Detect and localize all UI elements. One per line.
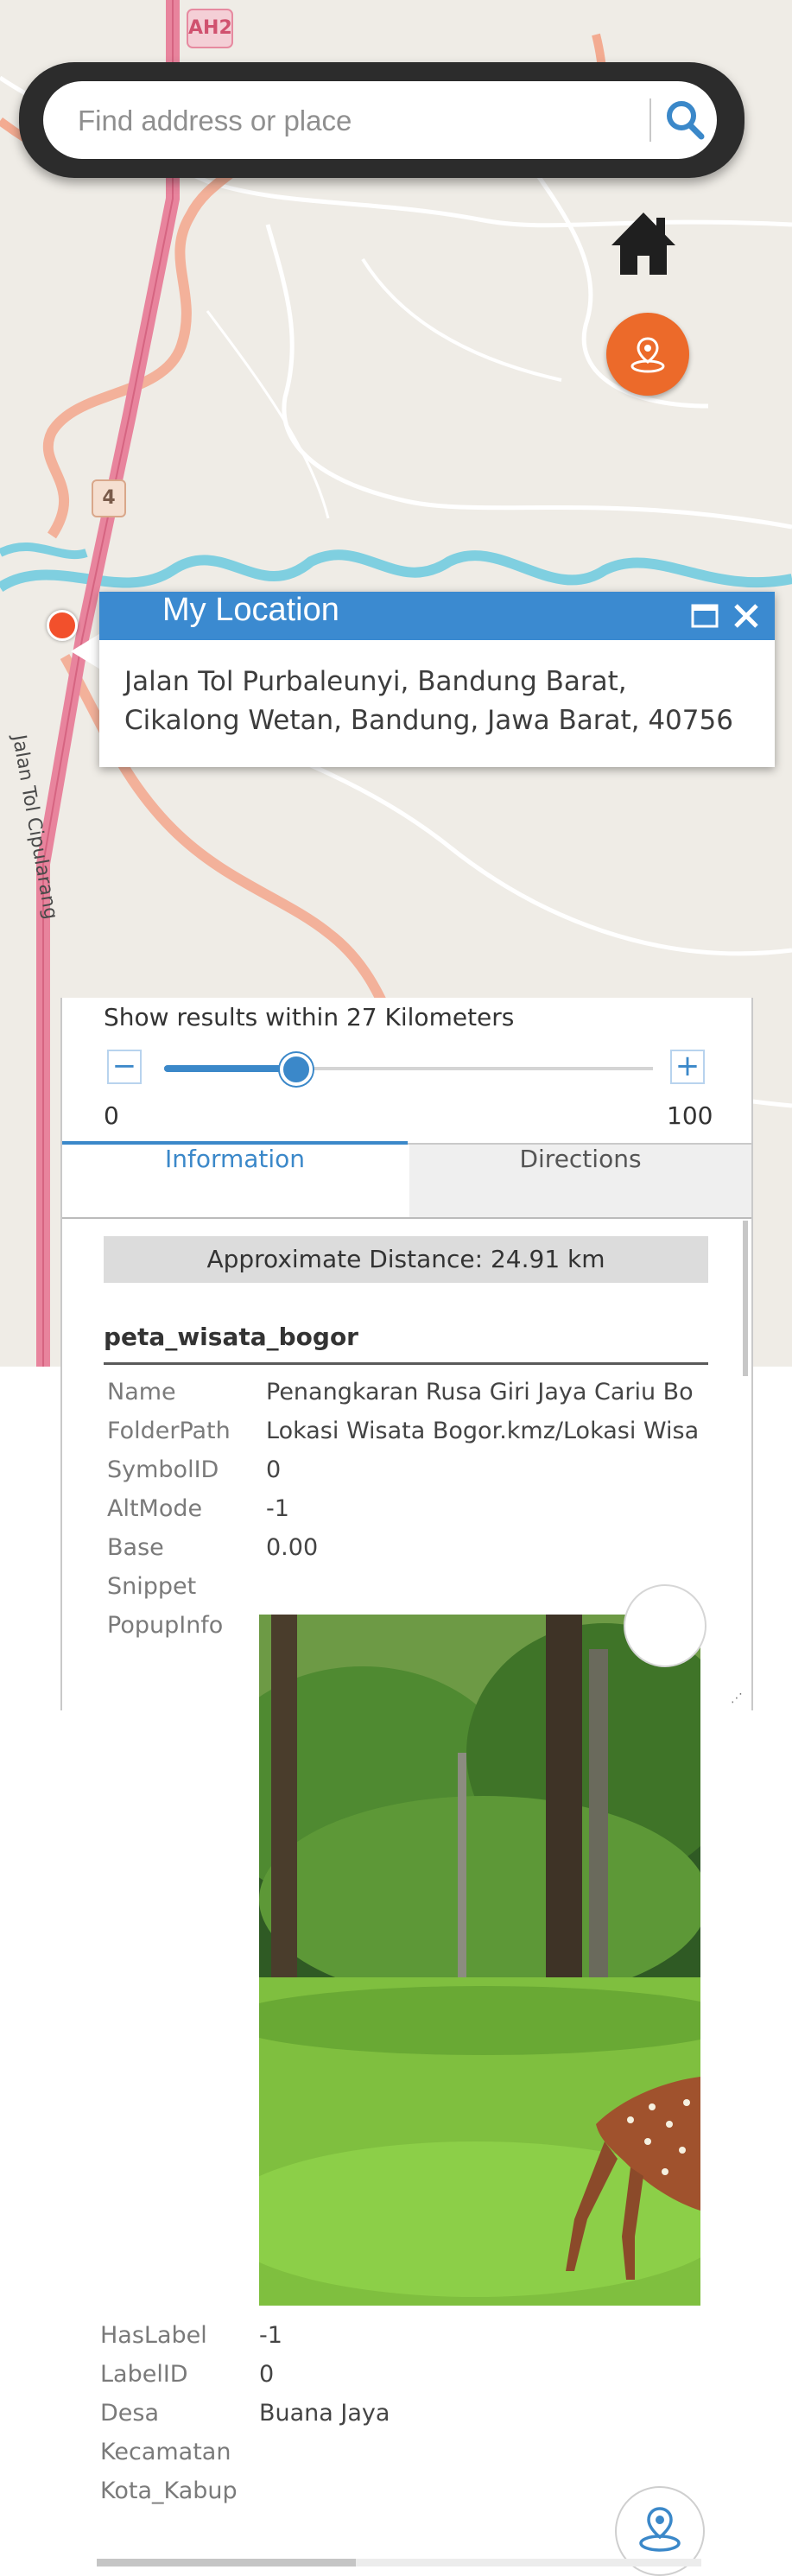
close-icon: [734, 604, 758, 628]
search-radius-text: Show results within 27 Kilometers: [104, 1003, 515, 1031]
attribute-value: Lokasi Wisata Bogor.kmz/Lokasi Wisa: [266, 1418, 700, 1444]
panel-scrollbar[interactable]: [743, 1221, 748, 1376]
attribute-value: -1: [259, 2322, 282, 2349]
attribute-label: Name: [107, 1379, 176, 1405]
search-input[interactable]: [76, 81, 632, 161]
attribute-label: Kecamatan: [100, 2439, 231, 2465]
attribute-label: SymbolID: [107, 1456, 219, 1483]
locate-button[interactable]: [606, 313, 689, 396]
attribute-label: LabelID: [100, 2361, 188, 2388]
attribute-label: Kota_Kabup: [100, 2478, 238, 2504]
layer-title: peta_wisata_bogor: [104, 1323, 708, 1365]
attribute-value: 0: [259, 2361, 275, 2388]
attribute-row: HasLabel -1: [100, 2322, 705, 2357]
attribute-row: AltMode -1: [107, 1495, 751, 1530]
attribute-value: -1: [266, 1495, 289, 1522]
attribute-label: Base: [107, 1534, 164, 1561]
attribute-label: FolderPath: [107, 1418, 231, 1444]
attribute-value: 0: [266, 1456, 282, 1483]
popup-address: Jalan Tol Purbaleunyi, Bandung Barat, Ci…: [124, 663, 763, 740]
horizontal-scrollbar[interactable]: [97, 2559, 356, 2566]
route-shield-4: 4: [92, 479, 126, 517]
attribute-row: LabelID 0: [100, 2361, 705, 2395]
locate-icon: [639, 2507, 681, 2552]
search-icon: [667, 101, 705, 140]
attribute-row: Desa Buana Jaya: [100, 2400, 705, 2434]
distance-banner: Approximate Distance: 24.91 km: [104, 1236, 708, 1283]
search-box: [43, 81, 717, 161]
tab-information[interactable]: Information: [62, 1141, 408, 1217]
distance-slider[interactable]: [164, 1053, 653, 1086]
attribute-value: Penangkaran Rusa Giri Jaya Cariu Bo: [266, 1379, 694, 1405]
attribute-row: FolderPath Lokasi Wisata Bogor.kmz/Lokas…: [107, 1418, 751, 1452]
panel-tabs: Information Directions: [62, 1141, 751, 1219]
popup-header: My Location: [99, 592, 775, 640]
search-button[interactable]: [658, 90, 712, 150]
popup-info-image: [259, 1615, 700, 2306]
home-button[interactable]: [605, 207, 682, 280]
tab-directions[interactable]: Directions: [409, 1145, 751, 1217]
resize-handle-icon[interactable]: ⋰: [731, 1691, 743, 1705]
attribute-value: 0.00: [266, 1534, 319, 1561]
slider-increase-button[interactable]: +: [670, 1050, 705, 1084]
maximize-icon: [691, 604, 719, 628]
attribute-row: Kecamatan: [100, 2439, 705, 2473]
close-button[interactable]: [732, 603, 760, 629]
image-overlay-button[interactable]: [624, 1584, 706, 1667]
attribute-row: Kota_Kabup: [100, 2478, 705, 2512]
deer-photo: [259, 1615, 700, 2306]
attribute-label: Desa: [100, 2400, 160, 2427]
attribute-label: HasLabel: [100, 2322, 207, 2349]
attribute-label: PopupInfo: [107, 1612, 224, 1639]
slider-min-label: 0: [104, 1101, 119, 1130]
attribute-row: Name Penangkaran Rusa Giri Jaya Cariu Bo: [107, 1379, 751, 1413]
address-line-1: Jalan Tol Purbaleunyi, Bandung Barat,: [124, 666, 627, 697]
popup-pointer: [71, 632, 102, 670]
attribute-label: AltMode: [107, 1495, 203, 1522]
attribute-row: Base 0.00: [107, 1534, 751, 1569]
attribute-value: Buana Jaya: [259, 2400, 390, 2427]
slider-fill: [164, 1065, 296, 1072]
attribute-label: Snippet: [107, 1573, 197, 1600]
route-shield-ah2: AH2: [187, 9, 233, 48]
attribute-row: SymbolID 0: [107, 1456, 751, 1491]
address-line-2: Cikalong Wetan, Bandung, Jawa Barat, 407…: [124, 705, 733, 736]
locate-icon: [630, 337, 665, 373]
search-bar: [19, 62, 744, 178]
location-popup: My Location Jalan Tol Purbaleunyi, Bandu…: [99, 592, 775, 767]
search-divider: [649, 98, 651, 142]
home-icon: [611, 213, 675, 275]
maximize-button[interactable]: [691, 603, 719, 629]
popup-title: My Location: [162, 592, 339, 628]
slider-decrease-button[interactable]: −: [107, 1050, 142, 1084]
slider-max-label: 100: [667, 1101, 713, 1130]
slider-handle[interactable]: [279, 1053, 313, 1086]
